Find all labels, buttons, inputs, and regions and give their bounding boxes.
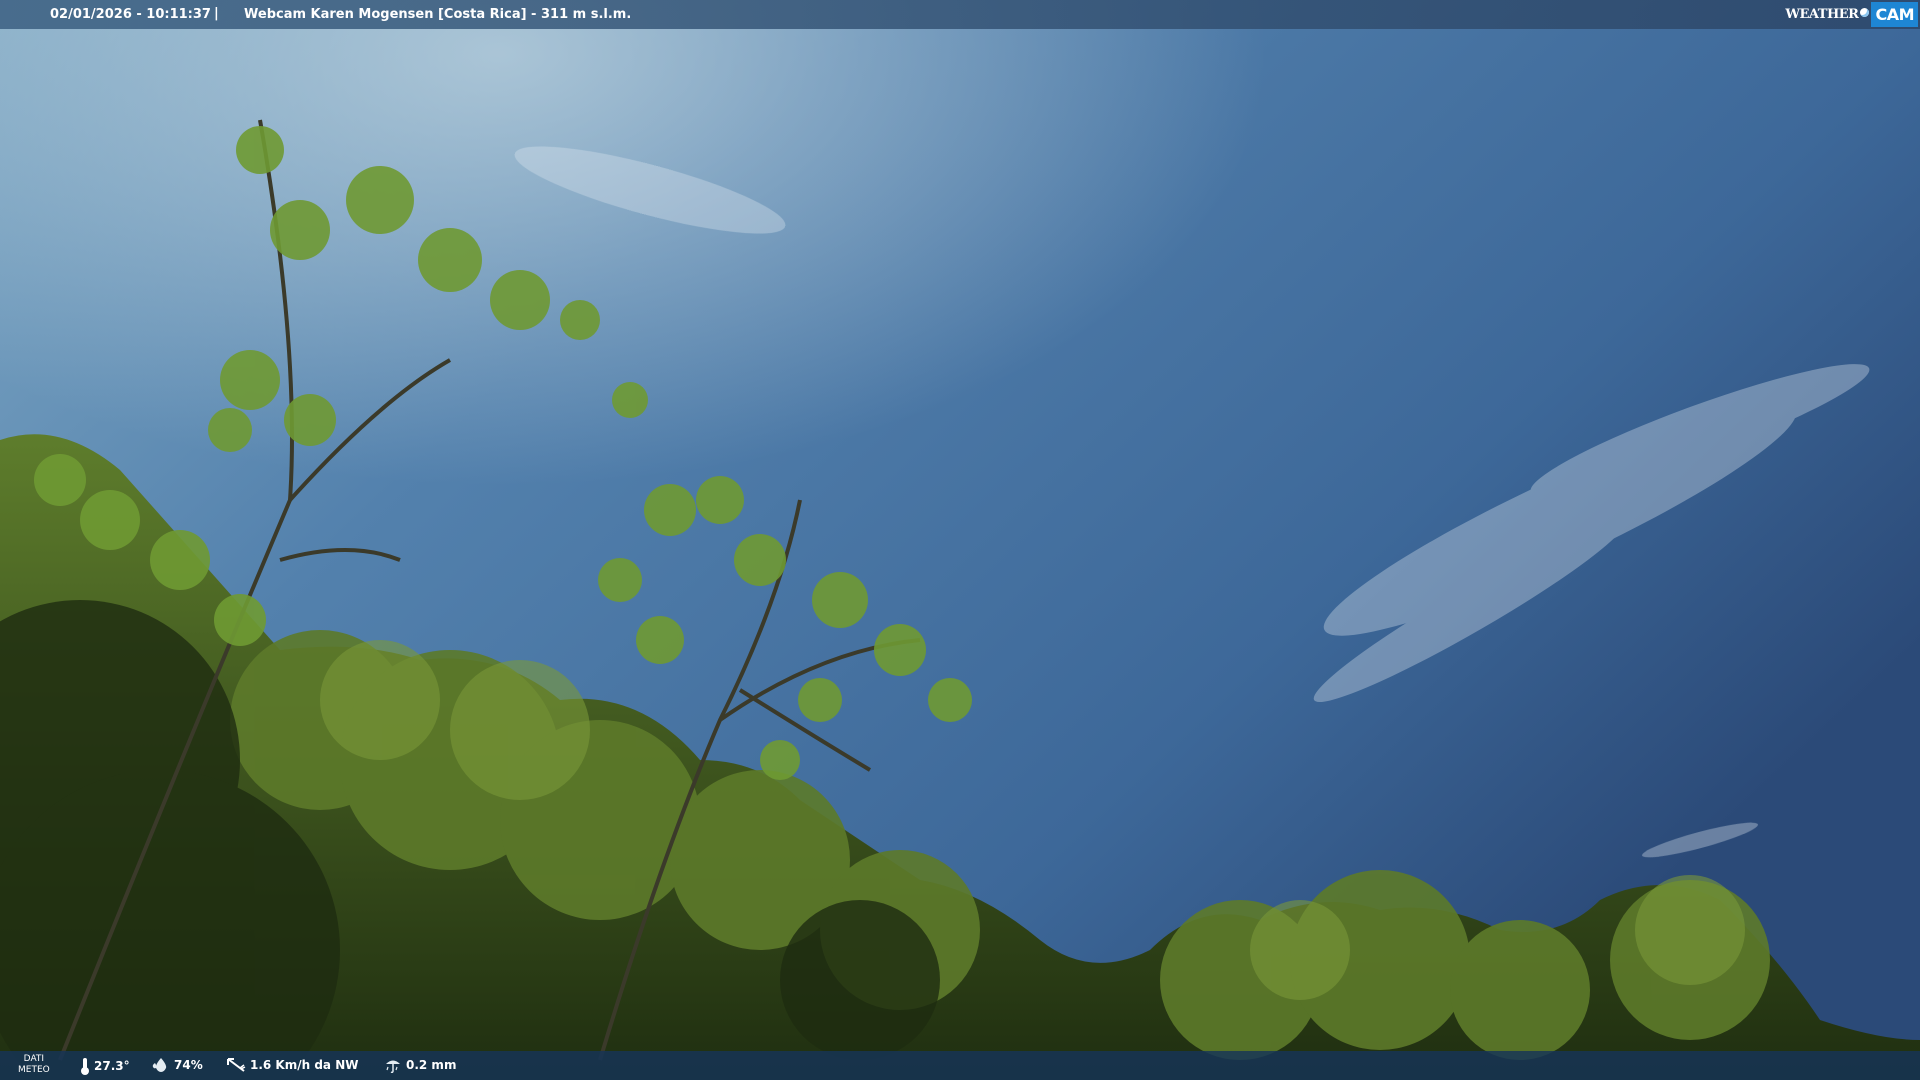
weather-data-bar: DATI METEO 27.3° 74% 1.6 Km/h da NW 0.2 … — [0, 1051, 1920, 1080]
temperature-value: 27.3° — [94, 1059, 130, 1073]
wind-vane-icon — [227, 1058, 246, 1072]
rain-gauge-icon — [386, 1060, 400, 1073]
weathercam-logo: WEATHER CAM — [1785, 1, 1918, 27]
humidity-value: 74% — [174, 1058, 203, 1072]
timestamp: 02/01/2026 - 10:11:37 — [50, 7, 211, 22]
rain-metric: 0.2 mm — [384, 1057, 456, 1073]
top-info-bar: 02/01/2026 - 10:11:37 | Webcam Karen Mog… — [0, 0, 1920, 29]
separator: | — [214, 6, 219, 21]
logo-globe-icon — [1860, 7, 1870, 17]
logo-weather-text: WEATHER — [1785, 6, 1859, 22]
logo-cam-text: CAM — [1871, 1, 1918, 27]
wind-value: 1.6 Km/h da NW — [250, 1058, 359, 1072]
station-name: Webcam Karen Mogensen [Costa Rica] - 311… — [244, 7, 632, 22]
humidity-metric: 74% — [152, 1057, 203, 1073]
humidity-drop-icon — [152, 1058, 167, 1072]
dati-label-line1: DATI — [23, 1054, 45, 1064]
temperature-metric: 27.3° — [80, 1057, 130, 1075]
rain-value: 0.2 mm — [406, 1058, 457, 1072]
wind-metric: 1.6 Km/h da NW — [226, 1057, 359, 1073]
dati-meteo-label: DATI METEO — [18, 1054, 50, 1076]
dati-label-line2: METEO — [18, 1065, 50, 1075]
thermometer-icon — [81, 1058, 89, 1075]
webcam-image — [0, 0, 1920, 1080]
